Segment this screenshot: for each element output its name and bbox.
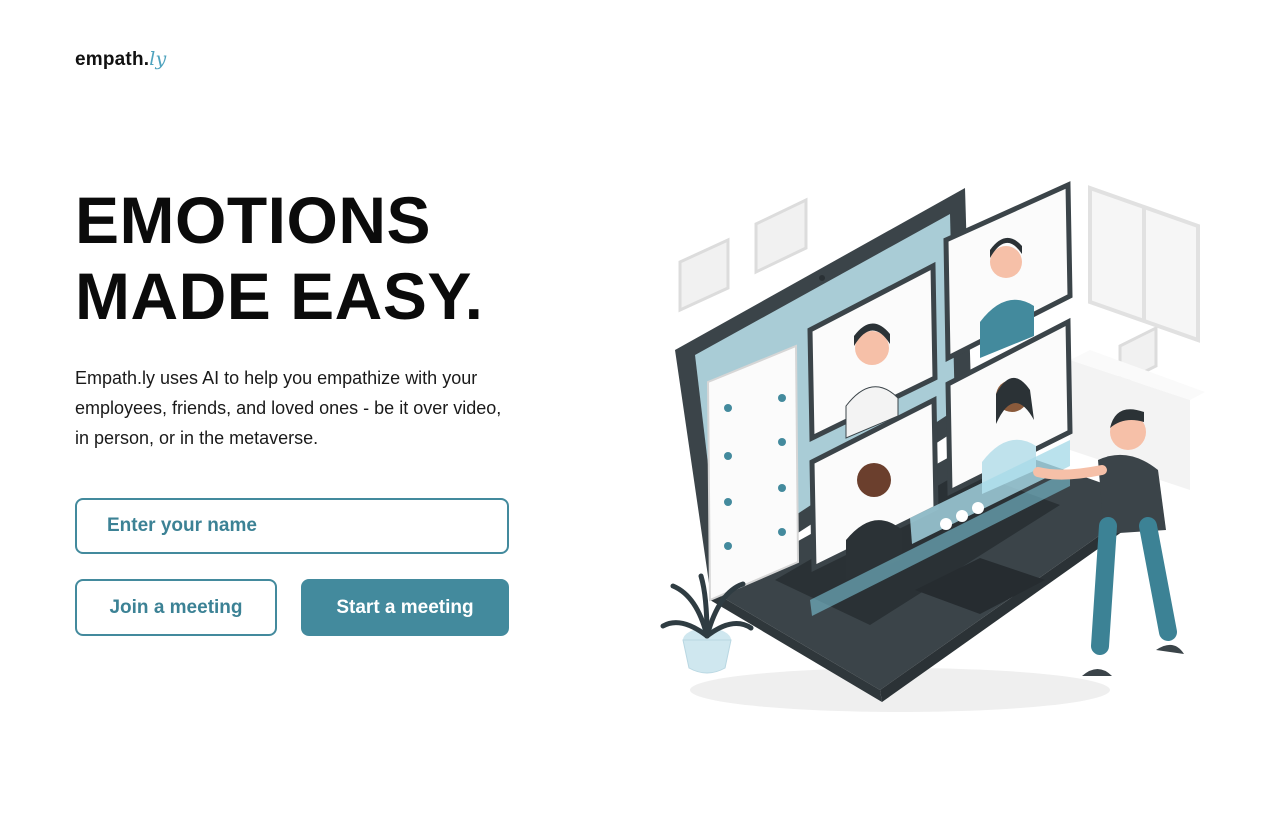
hero-description: Empath.ly uses AI to help you empathize … [75, 368, 502, 448]
brand-name: empath. [75, 49, 150, 70]
brand-accent: ly [149, 48, 167, 70]
hero-headline: EMOTIONS MADE EASY. [75, 182, 483, 334]
join-meeting-button[interactable]: Join a meeting [75, 579, 277, 636]
brand-logo[interactable]: empath.ly [75, 48, 166, 71]
headline-line-1: EMOTIONS [75, 183, 432, 257]
headline-line-2: MADE EASY. [75, 259, 484, 333]
video-call-illustration [660, 181, 1205, 712]
name-input[interactable] [75, 498, 509, 554]
window-icon [1088, 185, 1200, 343]
start-meeting-button[interactable]: Start a meeting [301, 579, 509, 636]
chat-panel [706, 344, 800, 602]
landing-page: empath.ly EMOTIONS MADE EASY. Empath.ly … [0, 0, 1280, 832]
